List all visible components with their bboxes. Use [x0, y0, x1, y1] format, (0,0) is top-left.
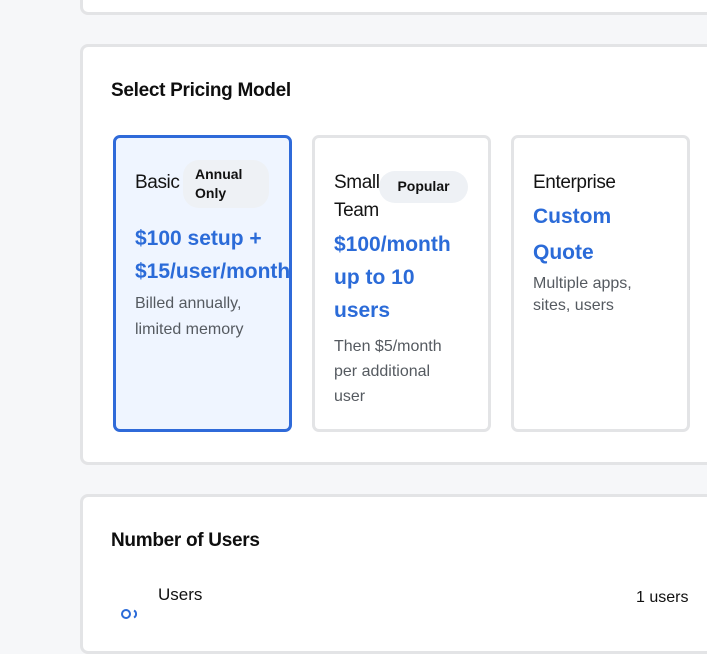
plan-price: $100 setup + $15/user/month	[135, 222, 290, 288]
plan-card-enterprise[interactable]: Enterprise Custom Quote Multiple apps, s…	[511, 135, 690, 432]
plan-price-line: up to 10	[334, 266, 415, 289]
plan-price-line: users	[334, 299, 391, 322]
plan-price-line: $100/month	[334, 233, 451, 256]
number-of-users-panel: Number of Users Users 1 users	[80, 494, 707, 654]
users-icon	[121, 609, 138, 619]
plan-price-line: $15/user/month	[135, 260, 291, 283]
plan-description: Billed annually, limited memory	[135, 295, 244, 338]
plan-card-small-team[interactable]: Small Team Popular $100/month up to 10 u…	[312, 135, 491, 432]
plan-name-line: Small	[334, 172, 380, 193]
users-section-title: Number of Users	[111, 530, 260, 551]
plan-name: Small Team	[334, 169, 380, 225]
plan-price: Custom Quote	[533, 199, 611, 271]
pricing-model-panel: Select Pricing Model Basic Annual Only $…	[80, 44, 707, 465]
previous-section-panel	[80, 0, 707, 15]
pricing-section-title: Select Pricing Model	[111, 80, 291, 101]
plan-name: Basic	[135, 172, 180, 193]
plan-price-line: Quote	[533, 241, 594, 264]
users-count: 1 users	[636, 589, 689, 606]
plan-name-line: Team	[334, 200, 379, 221]
plan-price-line: Custom	[533, 205, 612, 228]
plan-name: Enterprise	[533, 172, 616, 193]
plan-card-basic[interactable]: Basic Annual Only $100 setup + $15/user/…	[113, 135, 292, 432]
users-label: Users	[158, 585, 203, 604]
plan-price: $100/month up to 10 users	[334, 228, 451, 327]
plan-description: Multiple apps, sites, users	[533, 275, 632, 314]
plan-badge: Popular	[379, 171, 468, 203]
plan-description: Then $5/month per additional user	[334, 338, 442, 405]
plan-price-line: $100 setup +	[135, 227, 262, 250]
plan-badge: Annual Only	[183, 160, 269, 208]
